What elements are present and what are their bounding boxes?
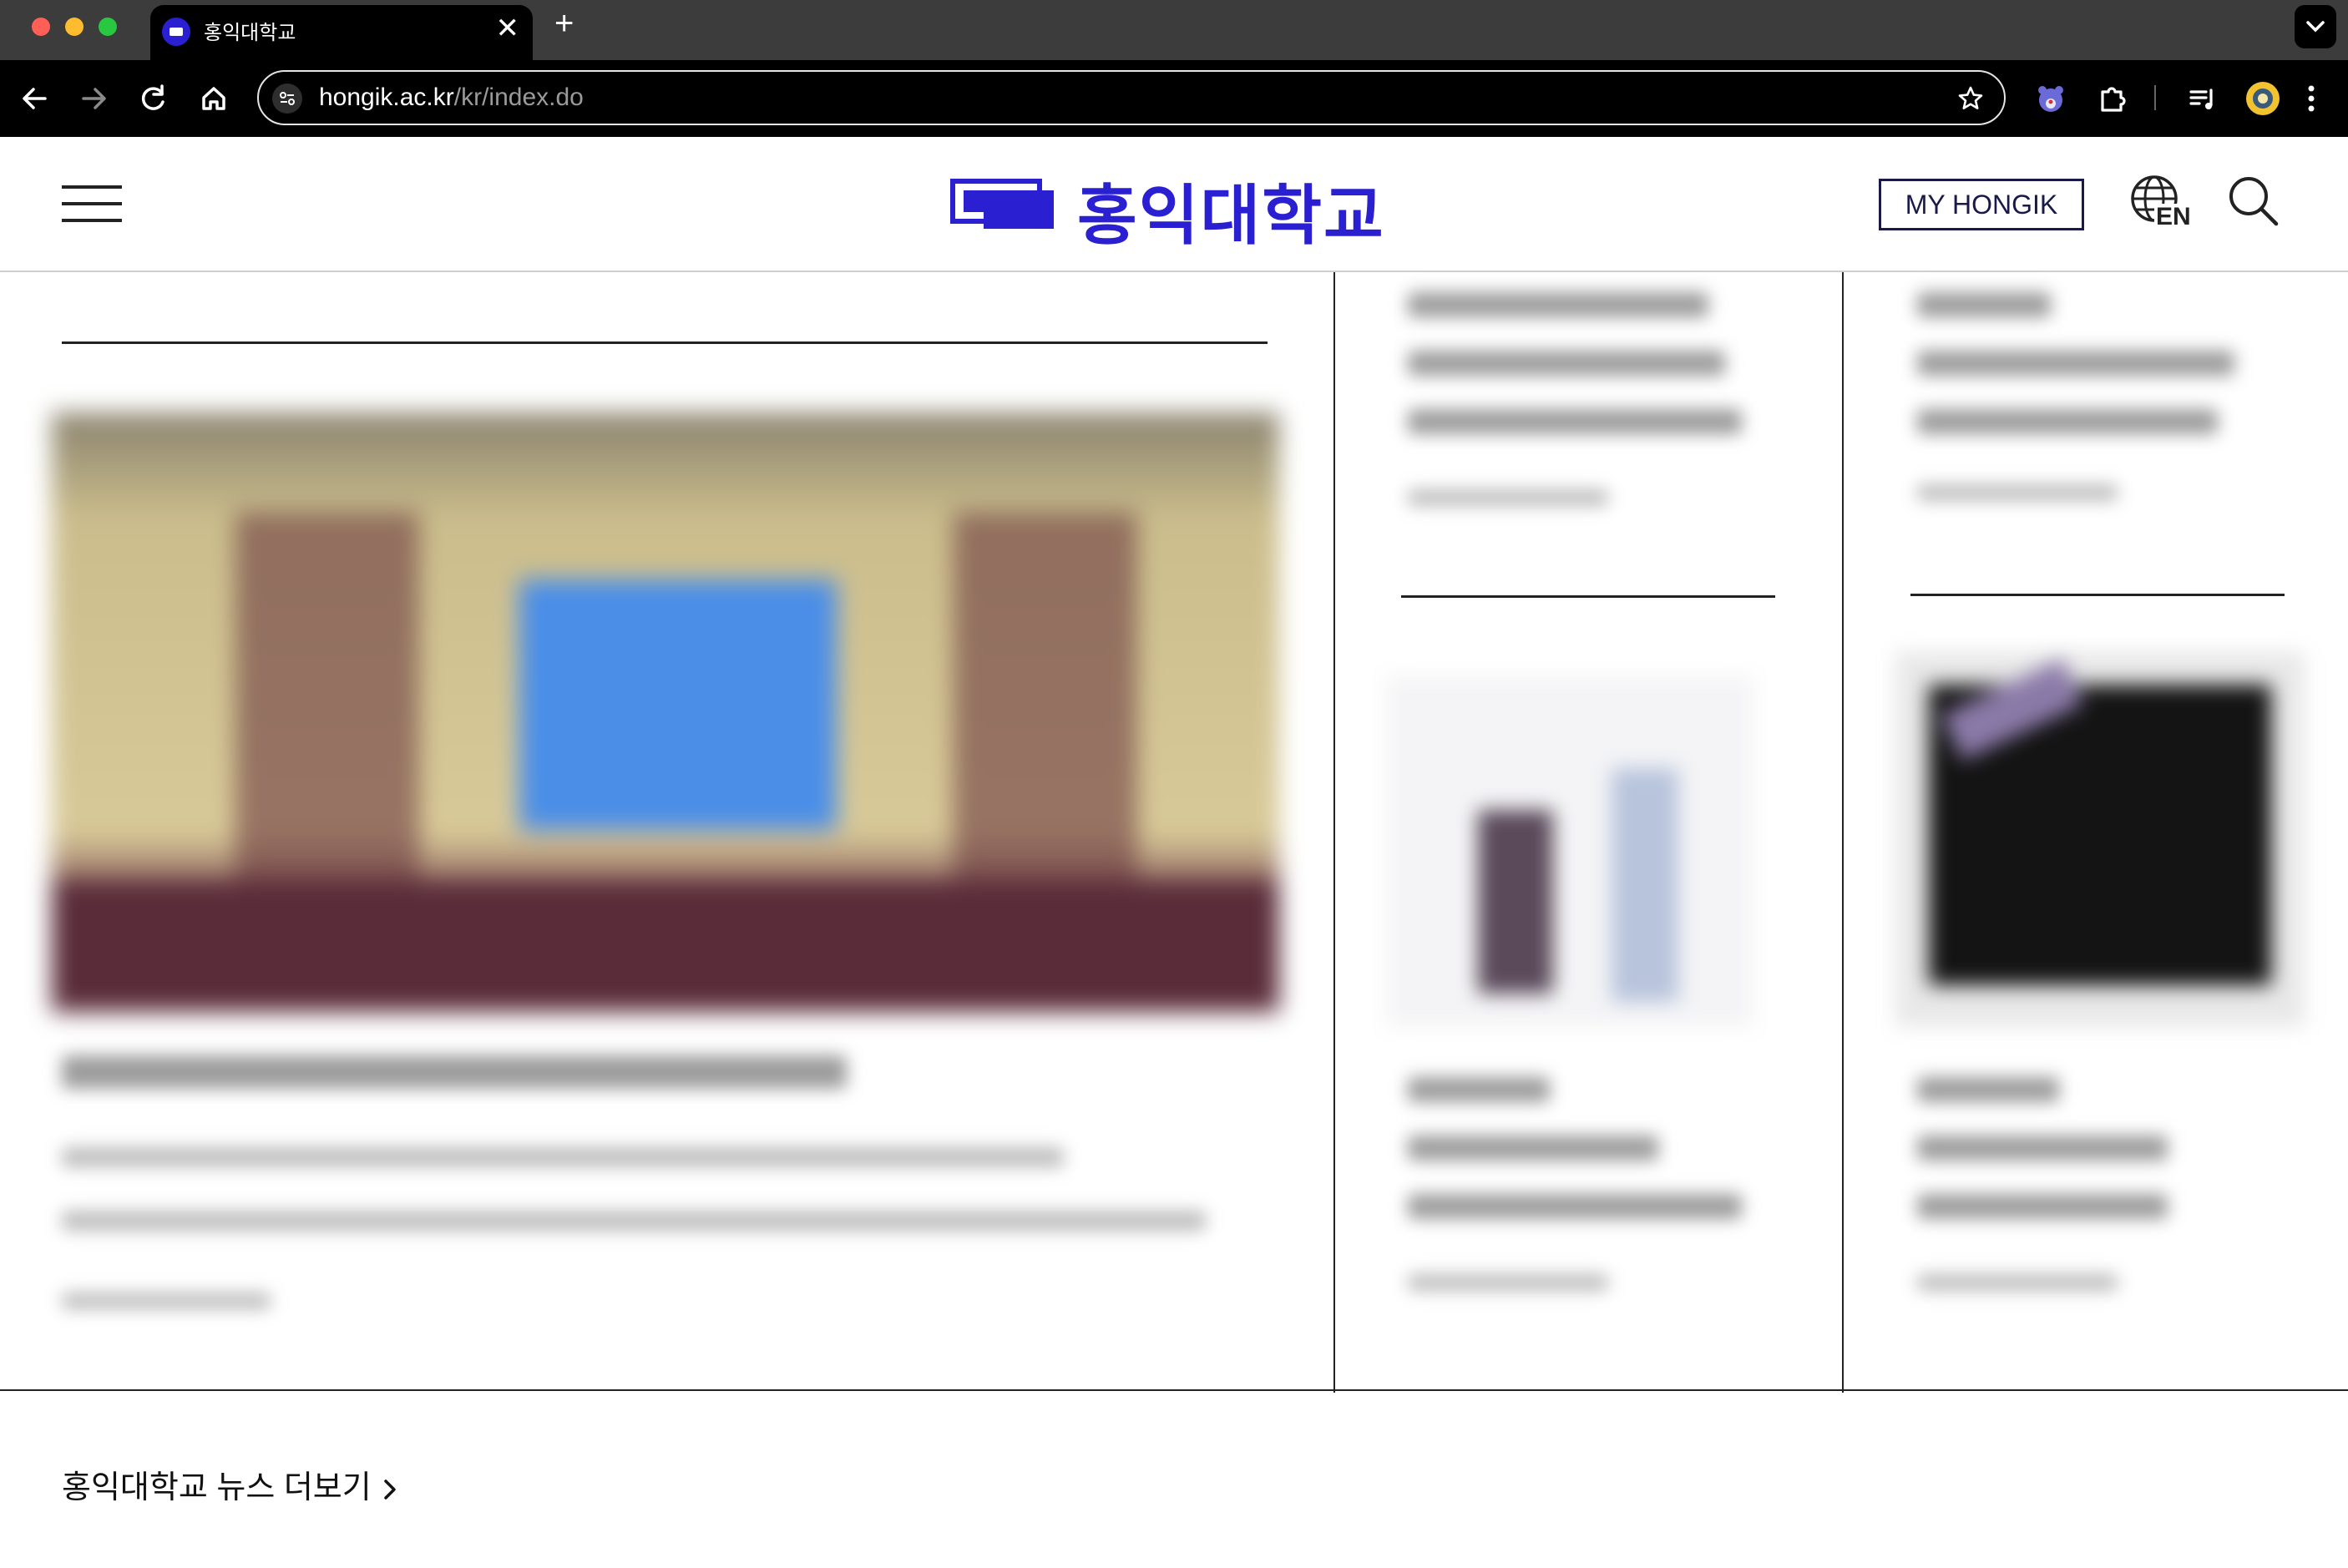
column-divider xyxy=(1842,272,1844,1393)
news-card-text-blurred xyxy=(1912,284,2280,518)
tab-search-button[interactable] xyxy=(2295,5,2336,48)
site-logo[interactable]: 홍익대학교 xyxy=(950,169,1401,252)
back-arrow-icon xyxy=(23,88,47,109)
section-divider xyxy=(0,1389,2348,1391)
url-path: /kr/index.do xyxy=(453,83,584,111)
featured-news-image xyxy=(52,412,1279,1012)
address-bar[interactable]: hongik.ac.kr/kr/index.do xyxy=(257,70,2006,125)
reload-button[interactable] xyxy=(132,77,175,120)
browser-toolbar: hongik.ac.kr/kr/index.do xyxy=(0,60,2348,137)
close-window-button[interactable] xyxy=(32,18,50,36)
news-top-rule xyxy=(62,341,1268,344)
my-hongik-button[interactable]: MY HONGIK xyxy=(1879,179,2084,230)
more-news-link[interactable]: 홍익대학교 뉴스 더보기 xyxy=(62,1461,398,1507)
news-card-image xyxy=(1386,676,1753,1027)
new-tab-button[interactable]: + xyxy=(554,5,574,43)
hamburger-menu-icon[interactable] xyxy=(62,185,122,224)
profile-avatar-icon[interactable] xyxy=(2244,80,2281,121)
search-icon xyxy=(2229,177,2279,226)
extension-puzzle-icon[interactable] xyxy=(2094,80,2131,121)
site-settings-icon[interactable] xyxy=(272,83,302,114)
news-mid-rule xyxy=(1401,595,1775,598)
tab-close-icon[interactable]: ✕ xyxy=(496,12,520,45)
kebab-menu-icon[interactable] xyxy=(2301,80,2321,121)
toolbar-divider xyxy=(2154,85,2156,110)
language-label: EN xyxy=(2154,203,2193,230)
home-icon xyxy=(202,87,225,110)
search-button[interactable] xyxy=(2226,174,2281,233)
site-favicon-icon xyxy=(162,18,190,46)
column-divider xyxy=(1333,272,1335,1393)
site-header: 홍익대학교 MY HONGIK EN xyxy=(0,137,2348,272)
home-button[interactable] xyxy=(192,77,235,120)
news-card-text-blurred xyxy=(1403,1069,1770,1319)
bookmark-star-icon[interactable] xyxy=(1956,83,1986,118)
minimize-window-button[interactable] xyxy=(65,18,83,36)
browser-tab-bar: 홍익대학교 ✕ + xyxy=(0,0,2348,60)
featured-news-text-blurred xyxy=(62,1044,1281,1328)
maximize-window-button[interactable] xyxy=(99,18,117,36)
address-url: hongik.ac.kr/kr/index.do xyxy=(319,83,584,112)
more-news-label: 홍익대학교 뉴스 더보기 xyxy=(62,1470,372,1505)
forward-button[interactable] xyxy=(72,77,115,120)
news-card-image xyxy=(1895,651,2305,1027)
news-card-text-blurred xyxy=(1912,1069,2280,1319)
chevron-down-icon xyxy=(2306,21,2325,33)
reload-icon xyxy=(141,84,164,110)
tab-title: 홍익대학교 xyxy=(204,22,296,44)
url-host: hongik.ac.kr xyxy=(319,83,454,111)
back-button[interactable] xyxy=(13,77,57,120)
language-switch-button[interactable]: EN xyxy=(2129,174,2193,235)
logo-mark-icon xyxy=(950,179,1054,229)
browser-tab-active[interactable]: 홍익대학교 ✕ xyxy=(150,5,533,60)
news-card-text-blurred xyxy=(1403,284,1770,534)
logo-wordmark: 홍익대학교 xyxy=(1077,179,1385,252)
news-mid-rule xyxy=(1910,594,2285,596)
media-queue-icon[interactable] xyxy=(2184,80,2221,121)
forward-arrow-icon xyxy=(82,88,106,109)
chevron-right-icon xyxy=(383,1479,396,1500)
extension-bear-icon[interactable] xyxy=(2032,80,2069,121)
